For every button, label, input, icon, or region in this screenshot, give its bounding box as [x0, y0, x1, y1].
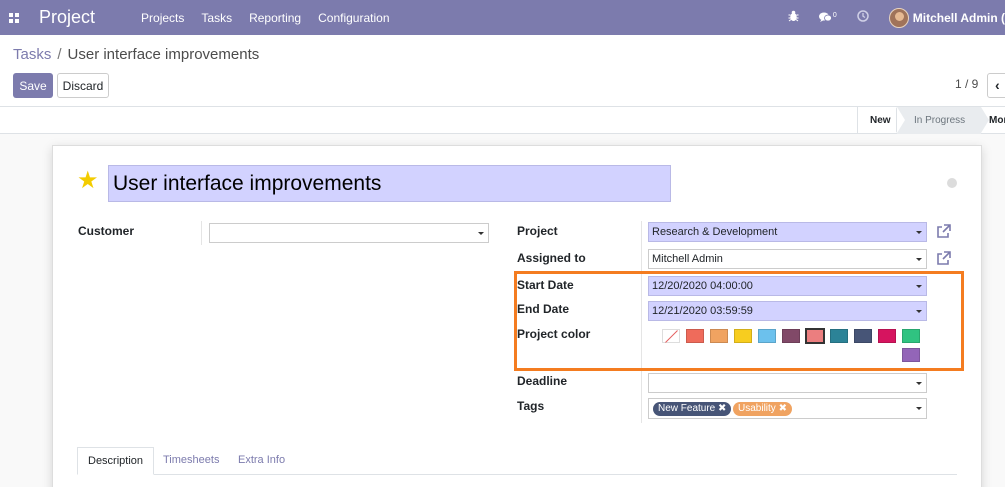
discard-button[interactable]: Discard [57, 73, 109, 98]
top-navbar: Project Projects Tasks Reporting Configu… [0, 0, 1005, 35]
priority-star-icon[interactable]: ★ [77, 167, 99, 195]
stage-statusbar: New In Progress Mor [0, 107, 1005, 134]
kanban-state-indicator[interactable] [947, 178, 957, 188]
breadcrumb: Tasks / User interface improvements [13, 46, 259, 63]
app-title[interactable]: Project [39, 7, 95, 28]
deadline-label: Deadline [517, 374, 568, 388]
menu-tasks[interactable]: Tasks [201, 11, 232, 25]
tag-new-feature[interactable]: New Feature ✖ [653, 402, 732, 416]
external-link-icon[interactable] [936, 224, 951, 243]
chevron-down-icon[interactable] [916, 258, 922, 261]
remove-tag-icon[interactable]: ✖ [779, 403, 787, 414]
menu-projects[interactable]: Projects [141, 11, 184, 25]
menu-configuration[interactable]: Configuration [318, 11, 389, 25]
user-menu[interactable]: Mitchell Admin ( [913, 11, 1005, 25]
form-sheet: ★ User interface improvements Customer P… [52, 145, 982, 487]
tag-usability[interactable]: Usability ✖ [733, 402, 792, 416]
clock-icon[interactable] [857, 10, 869, 25]
assigned-to-label: Assigned to [517, 251, 586, 265]
tab-timesheets[interactable]: Timesheets [163, 447, 219, 475]
project-value: Research & Development [652, 226, 778, 238]
tag-label: Usability [738, 403, 776, 414]
chevron-down-icon[interactable] [478, 232, 484, 235]
messaging-icon[interactable]: 0 [818, 12, 837, 23]
tags-field[interactable]: New Feature ✖ Usability ✖ [648, 398, 927, 419]
control-panel: Tasks / User interface improvements Save… [0, 35, 1005, 107]
highlight-box [514, 271, 964, 371]
main-menu: Projects Tasks Reporting Configuration [141, 11, 406, 25]
tab-extra-info[interactable]: Extra Info [238, 447, 285, 475]
stage-new[interactable]: New [857, 107, 897, 134]
messaging-badge: 0 [832, 12, 837, 19]
bug-icon[interactable] [788, 10, 799, 25]
deadline-field[interactable] [648, 373, 927, 393]
customer-label: Customer [78, 224, 135, 238]
tab-description[interactable]: Description [77, 447, 155, 475]
pager-value[interactable]: 1 / 9 [955, 77, 978, 91]
assigned-to-value: Mitchell Admin [652, 253, 723, 265]
menu-reporting[interactable]: Reporting [249, 11, 301, 25]
user-avatar[interactable] [888, 7, 909, 28]
project-label: Project [517, 224, 558, 238]
task-title-input[interactable]: User interface improvements [108, 165, 671, 202]
stage-in-progress[interactable]: In Progress [897, 107, 981, 134]
pager-previous-button[interactable]: ‹ [987, 73, 1005, 98]
save-button[interactable]: Save [13, 73, 53, 98]
breadcrumb-separator: / [57, 46, 62, 63]
stage-arrow [897, 107, 905, 133]
assigned-to-field[interactable]: Mitchell Admin [648, 249, 927, 269]
apps-menu-icon[interactable] [9, 12, 19, 23]
systray: 0 Mitchell Admin ( [788, 0, 1005, 35]
customer-field[interactable] [209, 223, 489, 243]
tag-label: New Feature [658, 403, 716, 414]
chevron-down-icon[interactable] [916, 407, 922, 410]
project-field[interactable]: Research & Development [648, 222, 927, 242]
external-link-icon[interactable] [936, 251, 951, 270]
breadcrumb-current: User interface improvements [67, 46, 260, 63]
tags-label: Tags [517, 399, 545, 413]
chevron-down-icon[interactable] [916, 231, 922, 234]
breadcrumb-tasks[interactable]: Tasks [13, 46, 51, 63]
field-divider [201, 221, 202, 245]
notebook-tabs: Description Timesheets Extra Info [77, 447, 957, 475]
chevron-down-icon[interactable] [916, 382, 922, 385]
remove-tag-icon[interactable]: ✖ [718, 403, 726, 414]
stage-arrow [981, 107, 989, 133]
